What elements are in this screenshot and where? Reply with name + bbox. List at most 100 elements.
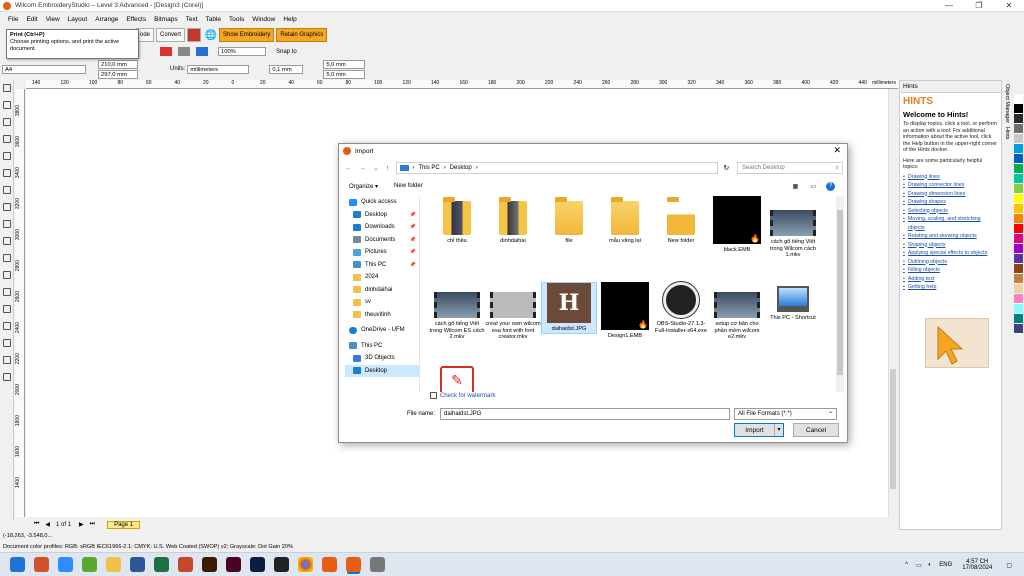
organize-button[interactable]: Organize ▾ [349,183,378,190]
fill-tool-icon[interactable] [3,356,11,364]
canvas-vertical-scrollbar[interactable] [888,89,897,517]
zoom-tool-icon[interactable] [3,135,11,143]
import-dropdown-icon[interactable]: ▾ [774,424,783,436]
recent-chevron-icon[interactable]: ⌄ [373,164,379,172]
back-arrow-icon[interactable]: ← [345,165,352,172]
path-segment[interactable]: This PC [418,163,439,174]
palette-swatch[interactable] [1014,184,1023,194]
last-page-icon[interactable]: ⏭ [90,521,95,528]
menu-tools[interactable]: Tools [229,16,244,23]
nav-downloads[interactable]: Downloads 📌 [345,221,419,234]
app-icon-zoom[interactable] [58,557,73,572]
freehand-tool-icon[interactable] [3,152,11,160]
checkbox-icon[interactable] [430,392,437,399]
hint-link[interactable]: Outlining objects [903,258,998,267]
object-manager-tab[interactable]: Object Manager [1004,84,1010,123]
forward-arrow-icon[interactable]: → [359,165,366,172]
help-icon[interactable]: ? [826,181,835,191]
menu-text[interactable]: Text [186,16,198,23]
nav-this-pc[interactable]: This PC [345,340,419,353]
menu-bitmaps[interactable]: Bitmaps [154,16,177,23]
maximize-button[interactable]: ❐ [964,0,994,12]
palette-swatch[interactable] [1014,244,1023,254]
palette-swatch[interactable] [1014,264,1023,274]
hint-link[interactable]: Drawing lines [903,173,998,182]
up-arrow-icon[interactable]: ↑ [386,165,390,172]
menu-help[interactable]: Help [283,16,296,23]
file-item-folder[interactable]: New folder [653,197,709,245]
file-item-shortcut[interactable]: This PC - Shortcut [765,286,821,322]
file-item-video[interactable]: creat your own wilcom esa font with font… [485,292,541,341]
palette-swatch[interactable] [1014,214,1023,224]
rectangle-tool-icon[interactable] [3,186,11,194]
file-list-scrollbar[interactable] [836,196,844,392]
path-segment[interactable]: Desktop [450,163,472,174]
preview-pane-icon[interactable]: ▭ [810,183,816,190]
file-item-video[interactable]: cách gõ tiếng Việt trong Wilcom cách 1.m… [765,210,821,259]
page-width-field[interactable]: 210,0 mm [98,59,138,69]
table-tool-icon[interactable] [3,254,11,262]
prev-page-icon[interactable]: ◀ [45,521,50,528]
notion-icon[interactable] [274,557,289,572]
palette-swatch[interactable] [1014,114,1023,124]
file-type-select[interactable]: All File Formats (*.*) [734,407,838,420]
nudge-field[interactable]: 0,1 mm [269,64,304,74]
watermark-checkbox[interactable]: Check for watermark [430,392,495,399]
menu-file[interactable]: File [8,16,18,23]
nav-folder-2024[interactable]: 2024 [345,271,419,284]
refresh-icon[interactable]: ↻ [723,164,729,172]
file-item-jpg-selected[interactable]: H daihaidst.JPG [541,282,597,334]
ellipse-tool-icon[interactable] [3,203,11,211]
close-button[interactable]: ✕ [994,0,1024,12]
hint-link[interactable]: Drawing shapes [903,198,998,207]
nav-onedrive[interactable]: OneDrive - UFM [345,324,419,337]
tray-chevron-icon[interactable]: ^ [905,562,908,568]
network-icon[interactable]: ▭ [916,562,922,569]
chrome-icon[interactable] [298,557,313,572]
file-item-exe[interactable]: OBS-Studio-27.1.3-Full-Installer-x64.exe [653,281,709,334]
language-indicator[interactable]: ENG [939,562,952,568]
hints-tab[interactable]: Hints [1004,127,1010,140]
file-item-folder[interactable]: chỉ thêu [429,197,485,245]
page-size-select[interactable]: A4 [2,64,86,74]
hint-link[interactable]: Adding text [903,275,998,284]
wilcom-icon[interactable] [322,557,337,572]
launcher-icon[interactable] [196,47,208,56]
nav-this-pc-pinned[interactable]: This PC 📌 [345,259,419,272]
powerpoint-icon[interactable] [178,557,193,572]
first-page-icon[interactable]: ⏮ [34,521,39,528]
file-explorer-icon[interactable] [106,557,121,572]
clock-date[interactable]: 17/08/2024 [962,565,992,571]
file-item-video[interactable]: cách gõ tiếng Việt trong Wilcom ES cách … [429,292,485,341]
globe-icon[interactable]: 🌐 [203,30,219,41]
text-tool-icon[interactable] [3,237,11,245]
palette-swatch[interactable] [1014,274,1023,284]
import-button[interactable]: Import ▾ [734,423,784,437]
duplicate-y-field[interactable]: 5,0 mm [323,69,366,79]
indesign-icon[interactable] [226,557,241,572]
hint-link[interactable]: Applying special effects to objects [903,249,998,258]
crop-tool-icon[interactable] [3,118,11,126]
units-select[interactable]: millimeters [187,64,250,74]
excel-icon[interactable] [154,557,169,572]
page-height-field[interactable]: 297,0 mm [98,69,138,79]
transparency-tool-icon[interactable] [3,322,11,330]
palette-swatch[interactable] [1014,134,1023,144]
palette-swatch[interactable] [1014,144,1023,154]
dimension-tool-icon[interactable] [3,271,11,279]
show-embroidery-button[interactable]: Show Embroidery [219,28,275,42]
palette-swatch[interactable] [1014,324,1023,334]
file-name-input[interactable]: daihaidst.JPG [440,408,731,420]
file-item-emb[interactable]: 🔥 Design1.EMB [597,282,653,340]
pick-tool-icon[interactable] [3,84,11,92]
color-profiles-status[interactable]: Document color profiles: RGB: sRGB IEC61… [0,542,898,552]
illustrator-icon[interactable] [202,557,217,572]
hint-link[interactable]: Shaping objects [903,241,998,250]
palette-swatch[interactable] [1014,254,1023,264]
nav-3d-objects[interactable]: 3D Objects [345,352,419,365]
menu-layout[interactable]: Layout [68,16,88,23]
menu-effects[interactable]: Effects [126,16,146,23]
nav-desktop-selected[interactable]: Desktop [345,364,419,377]
hint-link[interactable]: Drawing connector lines [903,181,998,190]
photoshop-icon[interactable] [250,557,265,572]
